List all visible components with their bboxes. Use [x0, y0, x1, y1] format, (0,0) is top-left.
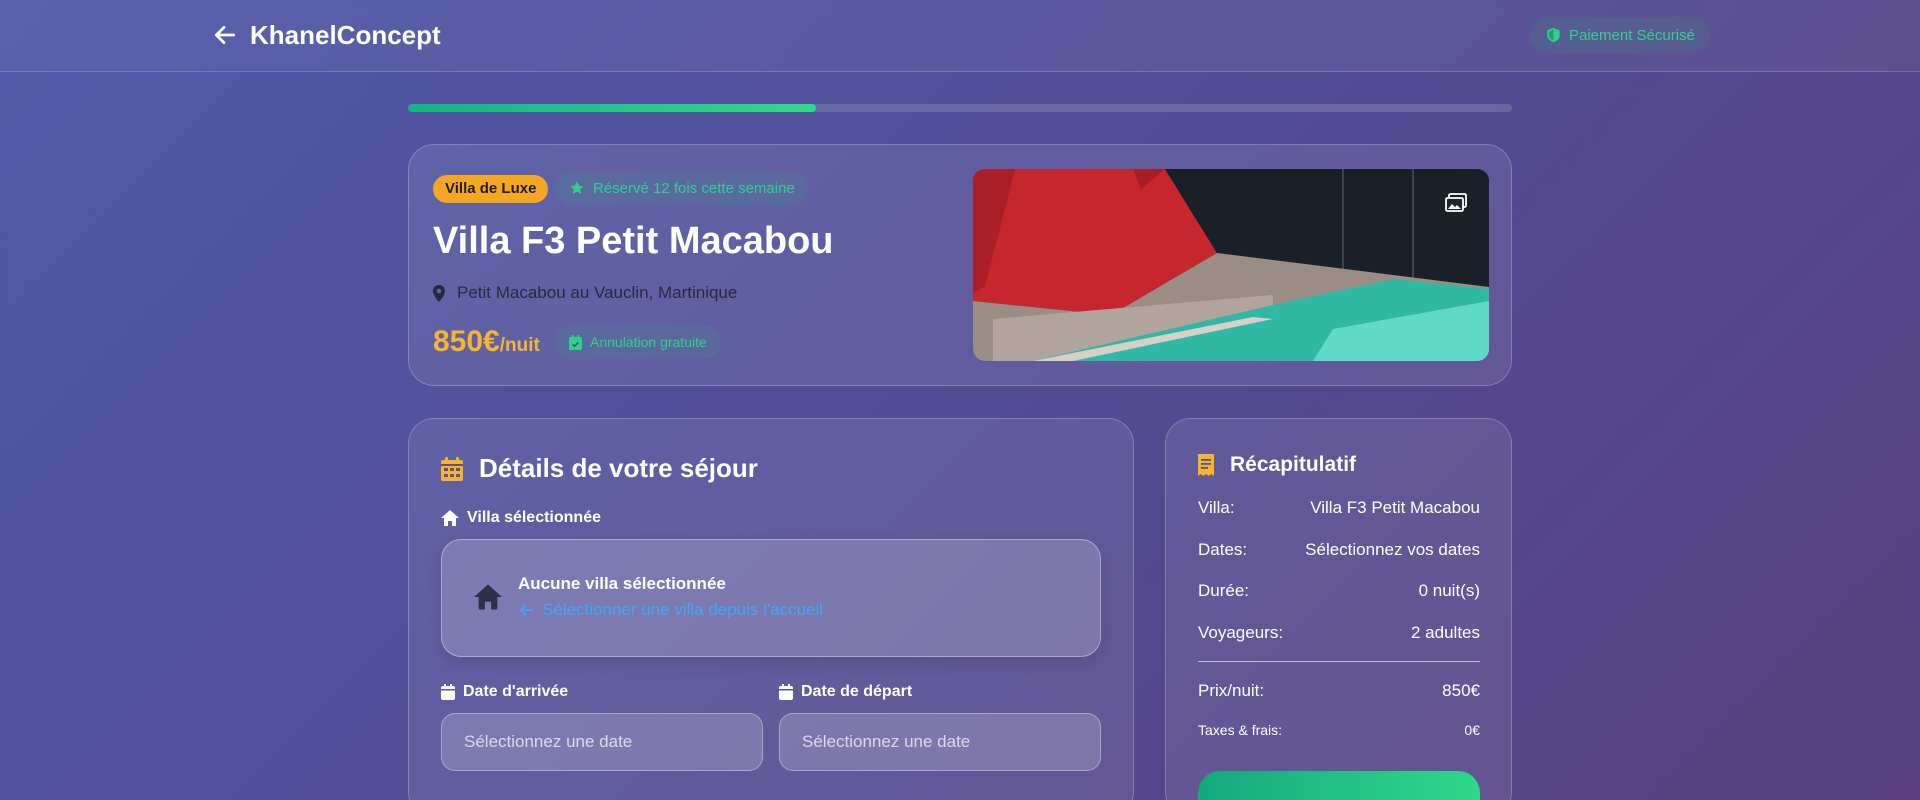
departure-date-label-text: Date de départ [801, 683, 913, 700]
booking-summary-card: Récapitulatif Villa: Villa F3 Petit Maca… [1165, 418, 1512, 800]
summary-title: Récapitulatif [1230, 453, 1357, 476]
booked-count-badge: Réservé 12 fois cette semaine [555, 171, 809, 205]
price-unit: /nuit [499, 335, 540, 356]
arrival-date-label: Date d'arrivée [441, 683, 568, 701]
arrival-date-input[interactable]: Sélectionnez une date [441, 713, 763, 771]
top-header: KhanelConcept Paiement Sécurisé [0, 0, 1920, 72]
stay-details-card: Détails de votre séjour Villa sélectionn… [408, 418, 1134, 800]
summary-row-villa: Villa: Villa F3 Petit Macabou [1198, 498, 1480, 518]
villa-photo[interactable] [973, 169, 1489, 361]
shield-icon [1547, 27, 1560, 43]
price-amount: 850€ [433, 325, 500, 358]
secure-payment-badge: Paiement Sécurisé [1530, 17, 1711, 53]
summary-row-taxes: Taxes & frais: 0€ [1198, 722, 1480, 738]
brand-logo[interactable]: KhanelConcept [250, 20, 441, 51]
villa-hero-card: Villa de Luxe Réservé 12 fois cette sema… [408, 144, 1512, 386]
home-icon [441, 510, 459, 526]
free-cancellation-badge: Annulation gratuite [555, 325, 721, 359]
summary-row-label: Durée: [1198, 581, 1250, 600]
villa-location: Petit Macabou au Vauclin, Martinique [433, 283, 737, 303]
summary-row-label: Voyageurs: [1198, 623, 1284, 642]
progress-fill [408, 104, 817, 112]
villa-location-text: Petit Macabou au Vauclin, Martinique [457, 283, 738, 302]
booking-progress-bar [408, 104, 1512, 112]
price-per-night-value: 850€ [1442, 681, 1480, 700]
departure-date-input[interactable]: Sélectionnez une date [779, 713, 1101, 771]
summary-row-guests: Voyageurs: 2 adultes [1198, 623, 1480, 643]
select-villa-link[interactable]: Sélectionner une villa depuis l'accueil [518, 600, 823, 620]
booked-count-text: Réservé 12 fois cette semaine [593, 179, 795, 197]
calendar-icon [441, 456, 463, 481]
price-per-night-label: Prix/nuit: [1198, 681, 1265, 700]
summary-row-duration: Durée: 0 nuit(s) [1198, 581, 1480, 601]
summary-row-value: 0 nuit(s) [1418, 581, 1480, 600]
summary-row-value: Sélectionnez vos dates [1305, 540, 1480, 559]
taxes-value: 0€ [1464, 722, 1480, 738]
stay-details-header: Détails de votre séjour [441, 453, 758, 484]
images-icon[interactable] [1445, 193, 1467, 213]
villa-title: Villa F3 Petit Macabou [433, 220, 834, 262]
taxes-label: Taxes & frais: [1198, 722, 1283, 738]
arrival-date-label-text: Date d'arrivée [463, 683, 569, 700]
map-pin-icon [433, 284, 445, 302]
receipt-icon [1198, 454, 1214, 476]
villa-photo-image [973, 169, 1489, 361]
arrow-left-icon[interactable] [212, 22, 238, 48]
calendar-check-icon [569, 334, 582, 350]
no-villa-text: Aucune villa sélectionnée [518, 574, 726, 593]
summary-row-value: Villa F3 Petit Macabou [1310, 498, 1480, 517]
summary-row-value: 2 adultes [1411, 623, 1480, 642]
villa-category-tag: Villa de Luxe [433, 175, 549, 203]
calendar-icon [779, 684, 793, 700]
summary-divider [1198, 661, 1480, 662]
select-villa-link-text: Sélectionner une villa depuis l'accueil [542, 600, 824, 619]
free-cancellation-text: Annulation gratuite [590, 334, 707, 350]
summary-row-dates: Dates: Sélectionnez vos dates [1198, 540, 1480, 560]
star-icon [570, 181, 584, 195]
villa-price: 850€/nuit [433, 325, 540, 359]
home-icon [474, 584, 502, 610]
book-button[interactable] [1198, 771, 1480, 800]
departure-date-label: Date de départ [779, 683, 912, 701]
summary-row-price: Prix/nuit: 850€ [1198, 681, 1480, 701]
summary-row-label: Dates: [1198, 540, 1248, 559]
selected-villa-box[interactable]: Aucune villa sélectionnée Sélectionner u… [441, 539, 1101, 657]
villa-field-label-text: Villa sélectionnée [467, 509, 601, 526]
arrow-left-icon [519, 604, 534, 616]
secure-payment-label: Paiement Sécurisé [1569, 26, 1695, 44]
villa-field-label: Villa sélectionnée [441, 509, 601, 527]
stay-details-title: Détails de votre séjour [479, 453, 758, 483]
summary-header: Récapitulatif [1198, 453, 1356, 477]
summary-row-label: Villa: [1198, 498, 1235, 517]
calendar-icon [441, 684, 455, 700]
